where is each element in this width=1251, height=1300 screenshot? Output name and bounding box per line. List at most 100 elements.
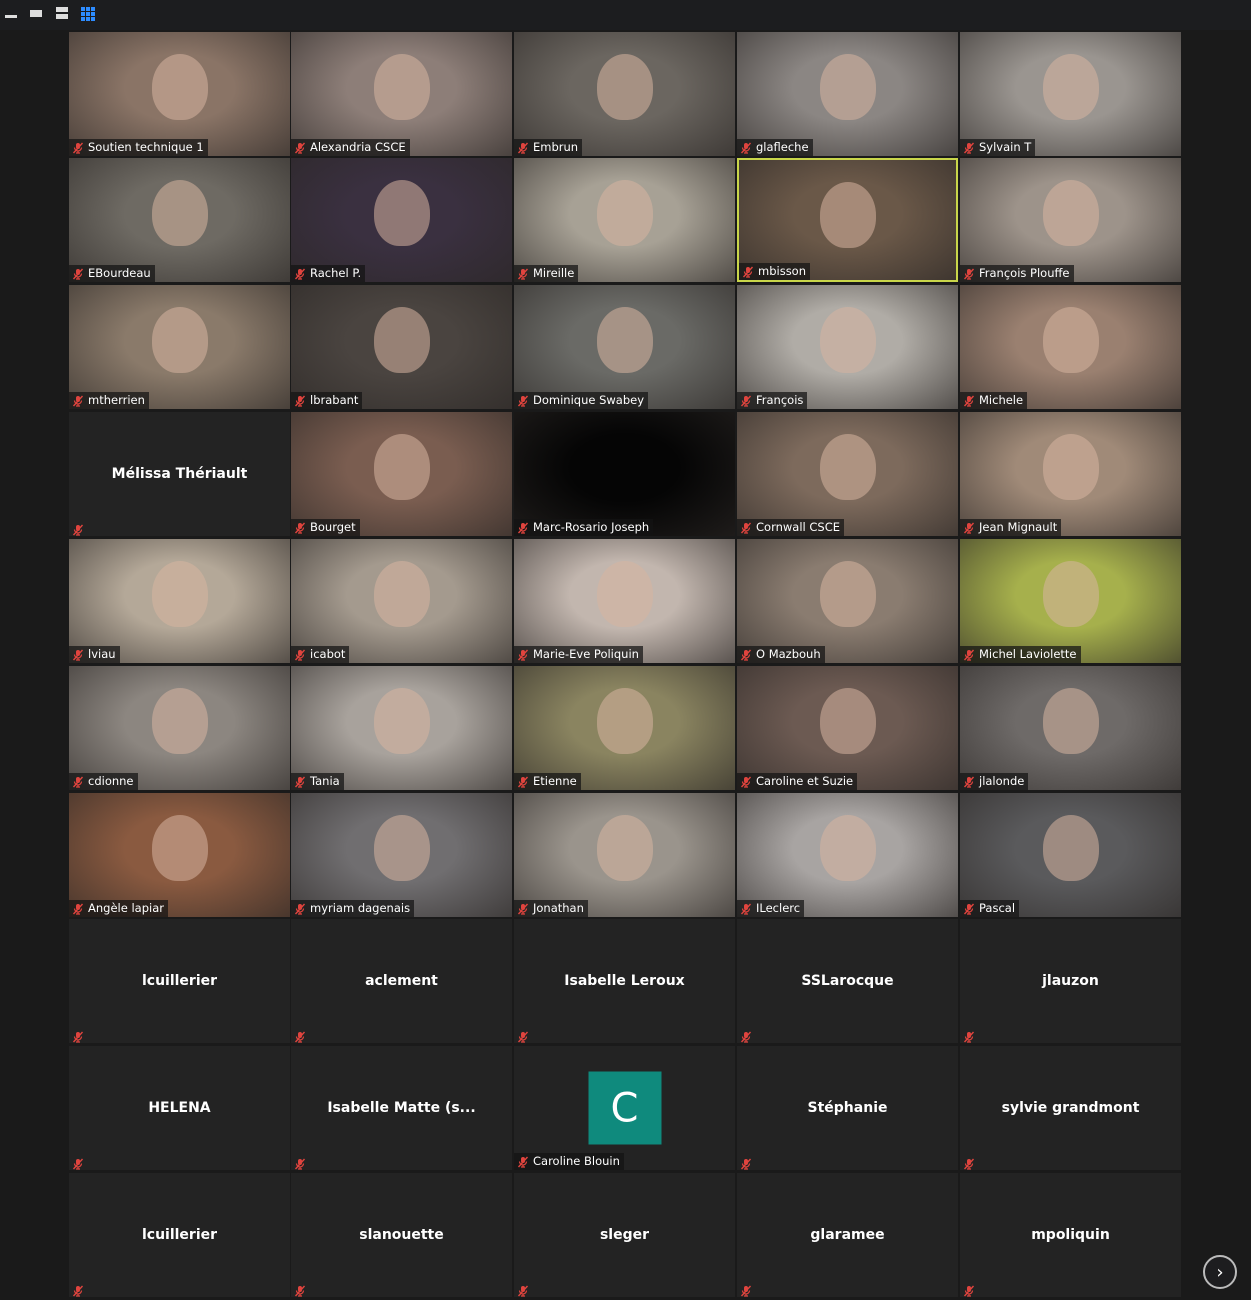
participant-video: [373, 688, 430, 755]
participant-tile[interactable]: Marc-Rosario Joseph: [514, 412, 735, 536]
participant-name: François: [756, 393, 804, 407]
participant-tile[interactable]: Michel Laviolette: [960, 539, 1181, 663]
mic-muted-icon: [72, 776, 84, 788]
participant-tile[interactable]: lcuillerier: [69, 919, 290, 1043]
participant-tile[interactable]: François: [737, 285, 958, 409]
participant-tile[interactable]: Mireille: [514, 158, 735, 282]
participant-tile[interactable]: Jean Mignault: [960, 412, 1181, 536]
participant-tile[interactable]: EBourdeau: [69, 158, 290, 282]
gallery-view-icon[interactable]: [81, 6, 95, 21]
participant-label: jlalonde: [960, 773, 1029, 790]
participant-name: myriam dagenais: [310, 901, 411, 915]
participant-tile[interactable]: Stéphanie: [737, 1046, 958, 1170]
mic-muted-icon: [517, 522, 529, 534]
participant-label: Angèle lapiar: [69, 900, 168, 917]
participant-tile[interactable]: C Caroline Blouin: [514, 1046, 735, 1170]
participant-tile[interactable]: glaramee: [737, 1173, 958, 1297]
participant-label: François: [737, 392, 808, 409]
mic-muted-icon: [72, 142, 84, 154]
participant-tile[interactable]: ILeclerc: [737, 793, 958, 917]
participant-tile[interactable]: slanouette: [291, 1173, 512, 1297]
participant-tile[interactable]: Tania: [291, 666, 512, 790]
mic-muted-icon: [294, 142, 306, 154]
participant-tile[interactable]: SSLarocque: [737, 919, 958, 1043]
mic-muted-icon: [294, 903, 306, 915]
participant-tile[interactable]: Rachel P.: [291, 158, 512, 282]
participant-tile[interactable]: Mélissa Thériault: [69, 412, 290, 536]
participant-tile[interactable]: Isabelle Leroux: [514, 919, 735, 1043]
participant-tile[interactable]: Sylvain T: [960, 32, 1181, 156]
participant-tile[interactable]: Pascal: [960, 793, 1181, 917]
participant-tile[interactable]: jlalonde: [960, 666, 1181, 790]
participant-tile[interactable]: lcuillerier: [69, 1173, 290, 1297]
mic-muted-icon: [740, 1028, 752, 1043]
minimize-icon[interactable]: [5, 6, 19, 20]
mic-muted-icon: [740, 1155, 752, 1170]
chevron-right-icon: ›: [1216, 1261, 1224, 1283]
participant-tile[interactable]: mpoliquin: [960, 1173, 1181, 1297]
participant-name: Embrun: [533, 140, 579, 154]
participant-tile[interactable]: Etienne: [514, 666, 735, 790]
participant-tile[interactable]: sleger: [514, 1173, 735, 1297]
mic-muted-icon: [294, 1028, 306, 1043]
participant-label: Jean Mignault: [960, 519, 1062, 536]
mic-muted-icon: [517, 903, 529, 915]
mic-muted-icon: [517, 395, 529, 407]
participant-name: François Plouffe: [979, 266, 1070, 280]
participant-tile[interactable]: glafleche: [737, 32, 958, 156]
participant-tile[interactable]: Bourget: [291, 412, 512, 536]
participant-label: lviau: [69, 646, 120, 663]
participant-tile[interactable]: jlauzon: [960, 919, 1181, 1043]
mic-muted-icon: [72, 268, 84, 280]
participant-tile[interactable]: HELENA: [69, 1046, 290, 1170]
split-view-icon[interactable]: [56, 6, 70, 20]
participant-video: [1042, 815, 1099, 882]
participant-label: Bourget: [291, 519, 360, 536]
participant-tile[interactable]: Jonathan: [514, 793, 735, 917]
participant-tile[interactable]: Dominique Swabey: [514, 285, 735, 409]
participant-tile[interactable]: Marie-Eve Poliquin: [514, 539, 735, 663]
participant-name: Mélissa Thériault: [111, 466, 248, 482]
participant-name: SSLarocque: [801, 973, 894, 989]
participant-video: [1042, 434, 1099, 501]
participant-label: Alexandria CSCE: [291, 139, 410, 156]
participant-tile[interactable]: François Plouffe: [960, 158, 1181, 282]
participant-name: mpoliquin: [1031, 1227, 1110, 1243]
participant-tile[interactable]: Angèle lapiar: [69, 793, 290, 917]
participant-tile[interactable]: mbisson: [737, 158, 958, 282]
participant-tile[interactable]: lbrabant: [291, 285, 512, 409]
participant-tile[interactable]: mtherrien: [69, 285, 290, 409]
participant-tile[interactable]: Caroline et Suzie: [737, 666, 958, 790]
participant-tile[interactable]: aclement: [291, 919, 512, 1043]
next-page-button[interactable]: ›: [1203, 1255, 1237, 1289]
mic-muted-icon: [72, 1028, 84, 1043]
participant-tile[interactable]: cdionne: [69, 666, 290, 790]
mic-muted-icon: [517, 268, 529, 280]
participant-tile[interactable]: Cornwall CSCE: [737, 412, 958, 536]
mic-muted-icon: [963, 1282, 975, 1297]
participant-tile[interactable]: sylvie grandmont: [960, 1046, 1181, 1170]
participant-name: Tania: [310, 774, 340, 788]
participant-tile[interactable]: icabot: [291, 539, 512, 663]
participant-tile[interactable]: lviau: [69, 539, 290, 663]
participant-tile[interactable]: Michele: [960, 285, 1181, 409]
participant-name: O Mazbouh: [756, 647, 821, 661]
participant-tile[interactable]: Soutien technique 1: [69, 32, 290, 156]
participant-tile[interactable]: myriam dagenais: [291, 793, 512, 917]
participant-video: [1042, 180, 1099, 247]
participant-label: EBourdeau: [69, 265, 155, 282]
single-view-icon[interactable]: [30, 6, 44, 20]
participant-tile[interactable]: Embrun: [514, 32, 735, 156]
participant-tile[interactable]: Isabelle Matte (s...: [291, 1046, 512, 1170]
mic-muted-icon: [963, 142, 975, 154]
participant-tile[interactable]: O Mazbouh: [737, 539, 958, 663]
participant-tile[interactable]: Alexandria CSCE: [291, 32, 512, 156]
mic-muted-icon: [963, 395, 975, 407]
mic-muted-icon: [294, 268, 306, 280]
participant-label: Michele: [960, 392, 1028, 409]
participant-label: mbisson: [739, 263, 811, 280]
participant-video: [373, 307, 430, 374]
participant-label: Marc-Rosario Joseph: [514, 519, 654, 536]
participant-video: [819, 307, 876, 374]
participant-name: Dominique Swabey: [533, 393, 645, 407]
